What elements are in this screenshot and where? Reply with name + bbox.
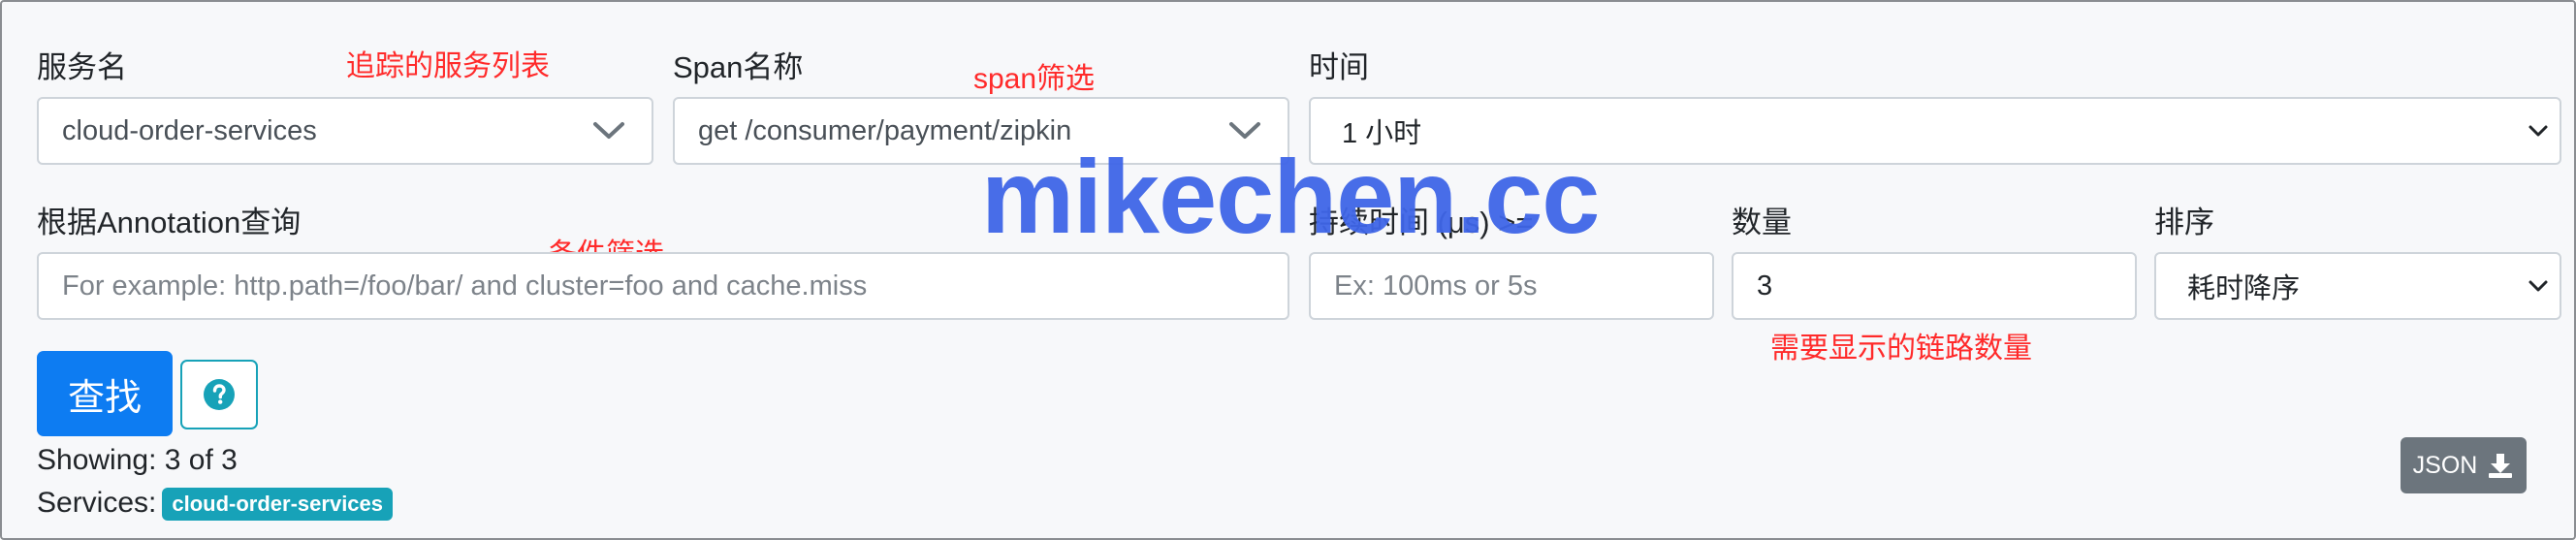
limit-value: 3 [1757, 270, 1773, 302]
service-badge[interactable]: cloud-order-services [162, 488, 394, 522]
span-name-annotation: span筛选 [973, 63, 1096, 95]
watermark-text: mikechen.cc [981, 138, 1600, 255]
duration-placeholder: Ex: 100ms or 5s [1334, 270, 1538, 302]
help-button[interactable] [180, 360, 258, 429]
sort-label: 排序 [2154, 206, 2214, 239]
services-label: Services: [37, 487, 157, 519]
service-name-value: cloud-order-services [62, 114, 317, 146]
time-label: 时间 [1309, 50, 1369, 84]
chevron-down-icon [2528, 125, 2548, 137]
sort-value: 耗时降序 [2187, 273, 2301, 304]
span-name-label: Span名称 [673, 50, 804, 84]
chevron-down-icon [2528, 280, 2548, 292]
annotation-query-input[interactable]: For example: http.path=/foo/bar/ and clu… [37, 252, 1289, 320]
annotation-query-label: 根据Annotation查询 [37, 206, 302, 239]
services-line: Services: cloud-order-services [37, 487, 394, 522]
limit-input[interactable]: 3 [1732, 252, 2137, 320]
json-download-button[interactable]: JSON [2401, 437, 2527, 493]
service-name-label: 服务名 [37, 50, 127, 84]
download-icon [2489, 454, 2513, 478]
question-circle-icon [204, 379, 235, 410]
service-name-annotation: 追踪的服务列表 [346, 50, 550, 82]
limit-label: 数量 [1732, 206, 1792, 239]
limit-annotation: 需要显示的链路数量 [1770, 333, 2032, 365]
duration-input[interactable]: Ex: 100ms or 5s [1309, 252, 1714, 320]
find-button[interactable]: 查找 [37, 351, 173, 436]
showing-count: Showing: 3 of 3 [37, 444, 238, 476]
json-label: JSON [2412, 451, 2478, 479]
service-name-select[interactable]: cloud-order-services [37, 97, 653, 165]
sort-select[interactable]: 耗时降序 [2154, 252, 2561, 320]
annotation-query-placeholder: For example: http.path=/foo/bar/ and clu… [62, 270, 868, 302]
chevron-down-icon [593, 122, 624, 139]
